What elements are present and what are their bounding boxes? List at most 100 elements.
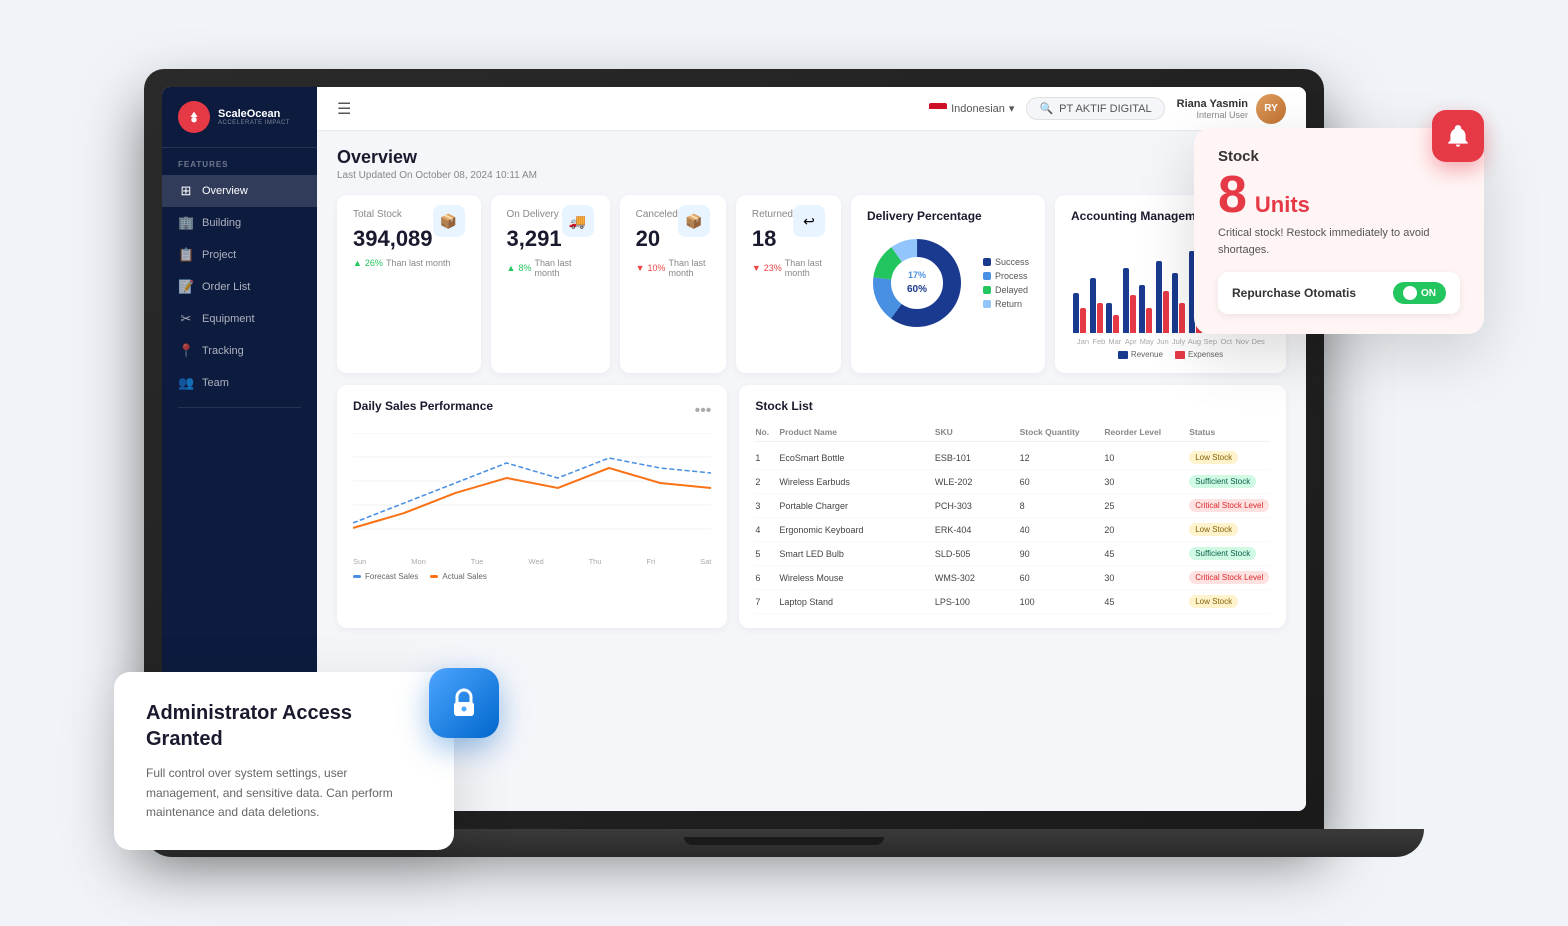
- stat-on-delivery: On Delivery 3,291 🚚 ▲8%Than last month: [491, 195, 610, 373]
- x-label-des: Des: [1250, 337, 1266, 346]
- x-label-may: May: [1139, 337, 1155, 346]
- td-no-6: 6: [755, 573, 775, 583]
- returned-value: 18: [752, 226, 793, 252]
- sidebar-item-team[interactable]: 👥 Team: [162, 367, 317, 399]
- x-label-apr: Apr: [1123, 337, 1139, 346]
- donut-legend: Success Process: [983, 257, 1029, 309]
- stat-returned: Returned 18 ↩ ▼23%Than last month: [736, 195, 841, 373]
- admin-card-desc: Full control over system settings, user …: [146, 764, 422, 822]
- td-qty-2: 60: [1020, 477, 1101, 487]
- td-reorder-3: 25: [1104, 501, 1185, 511]
- x-sat: Sat: [700, 557, 711, 566]
- x-wed: Wed: [528, 557, 543, 566]
- total-stock-icon: 📦: [433, 205, 465, 237]
- sidebar-item-tracking[interactable]: 📍 Tracking: [162, 335, 317, 367]
- th-sku: SKU: [935, 427, 1016, 437]
- delivery-title: Delivery Percentage: [867, 209, 1029, 223]
- legend-delayed: Delayed: [983, 285, 1029, 295]
- chart-x-labels: Jan Feb Mar Apr May Jun July Aug: [1071, 333, 1270, 346]
- canceled-change: ▼10%Than last month: [636, 258, 710, 278]
- legend-return: Return: [983, 299, 1029, 309]
- top-bar: ☰ Indonesian ▾: [317, 87, 1306, 131]
- td-qty-7: 100: [1020, 597, 1101, 607]
- more-options-icon[interactable]: •••: [695, 402, 712, 420]
- on-delivery-icon: 🚚: [562, 205, 594, 237]
- x-label-jul: July: [1171, 337, 1187, 346]
- sidebar-item-building[interactable]: 🏢 Building: [162, 207, 317, 239]
- stock-alert-title: Stock: [1218, 148, 1460, 165]
- hamburger-icon[interactable]: ☰: [337, 99, 351, 119]
- accounting-title: Accounting Management: [1071, 209, 1214, 223]
- bottom-grid: Daily Sales Performance •••: [337, 385, 1286, 628]
- td-reorder-2: 30: [1104, 477, 1185, 487]
- sidebar-logo: ScaleOcean ACCELERATE IMPACT: [162, 87, 317, 148]
- logo-icon: [178, 101, 210, 133]
- bar-jan-revenue: [1073, 293, 1079, 333]
- user-info: Riana Yasmin Internal User: [1177, 98, 1248, 120]
- line-chart-legend: Forecast Sales Actual Sales: [353, 572, 711, 581]
- daily-sales-card: Daily Sales Performance •••: [337, 385, 727, 628]
- search-bar[interactable]: 🔍 PT AKTIF DIGITAL: [1026, 97, 1164, 120]
- td-qty-1: 12: [1020, 453, 1101, 463]
- x-label-mar: Mar: [1107, 337, 1123, 346]
- th-status: Status: [1189, 427, 1270, 437]
- x-tue: Tue: [471, 557, 484, 566]
- sidebar-label-project: Project: [202, 249, 236, 261]
- td-status-6: Critical Stock Level: [1189, 571, 1270, 584]
- daily-sales-title: Daily Sales Performance: [353, 399, 493, 413]
- sidebar-label-tracking: Tracking: [202, 345, 244, 357]
- top-bar-left: ☰: [337, 99, 351, 119]
- td-qty-3: 8: [1020, 501, 1101, 511]
- td-sku-5: SLD-505: [935, 549, 1016, 559]
- logo-name: ScaleOcean: [218, 108, 290, 120]
- td-reorder-5: 45: [1104, 549, 1185, 559]
- x-label-jun: Jun: [1155, 337, 1171, 346]
- on-delivery-change: ▲8%Than last month: [507, 258, 594, 278]
- x-label-feb: Feb: [1091, 337, 1107, 346]
- th-qty: Stock Quantity: [1020, 427, 1101, 437]
- sidebar-item-order-list[interactable]: 📝 Order List: [162, 271, 317, 303]
- table-row: 5 Smart LED Bulb SLD-505 90 45 Sufficien…: [755, 542, 1270, 566]
- legend-dot-success: [983, 258, 991, 266]
- user-avatar[interactable]: RY: [1256, 94, 1286, 124]
- th-product: Product Name: [779, 427, 930, 437]
- legend-revenue: Revenue: [1118, 350, 1163, 359]
- sidebar-item-equipment[interactable]: ✂ Equipment: [162, 303, 317, 335]
- admin-access-card: Administrator Access Granted Full contro…: [114, 672, 454, 850]
- td-product-6: Wireless Mouse: [779, 573, 930, 583]
- td-sku-7: LPS-100: [935, 597, 1016, 607]
- legend-forecast: Forecast Sales: [353, 572, 418, 581]
- lang-selector[interactable]: Indonesian ▾: [929, 102, 1014, 115]
- td-product-3: Portable Charger: [779, 501, 930, 511]
- donut-wrapper: 17% 60% Success: [867, 233, 1029, 333]
- line-chart-area: [353, 433, 711, 553]
- sidebar-item-project[interactable]: 📋 Project: [162, 239, 317, 271]
- lock-icon[interactable]: [429, 668, 499, 738]
- bell-icon-wrapper[interactable]: [1432, 110, 1484, 162]
- x-label-nov: Nov: [1234, 337, 1250, 346]
- last-updated: Last Updated On October 08, 2024 10:11 A…: [337, 170, 1286, 181]
- canceled-icon: 📦: [678, 205, 710, 237]
- top-bar-right: Indonesian ▾ 🔍 PT AKTIF DIGITAL Riana: [929, 94, 1286, 124]
- returned-change: ▼23%Than last month: [752, 258, 825, 278]
- logo-tagline: ACCELERATE IMPACT: [218, 120, 290, 126]
- line-dot-actual: [430, 575, 438, 578]
- table-row: 3 Portable Charger PCH-303 8 25 Critical…: [755, 494, 1270, 518]
- svg-text:17%: 17%: [908, 270, 926, 280]
- td-status-7: Low Stock: [1189, 595, 1270, 608]
- td-no-3: 3: [755, 501, 775, 511]
- sidebar-item-overview[interactable]: ⊞ Overview: [162, 175, 317, 207]
- toggle-on-button[interactable]: ON: [1393, 282, 1446, 304]
- line-chart-x-labels: Sun Mon Tue Wed Thu Fri Sat: [353, 557, 711, 566]
- table-header: No. Product Name SKU Stock Quantity Reor…: [755, 423, 1270, 442]
- legend-rect-revenue: [1118, 351, 1128, 359]
- total-stock-value: 394,089: [353, 226, 433, 252]
- building-icon: 🏢: [178, 215, 194, 231]
- x-label-sep: Sep: [1202, 337, 1218, 346]
- legend-dot-process: [983, 272, 991, 280]
- donut-chart: 17% 60%: [867, 233, 967, 333]
- table-row: 1 EcoSmart Bottle ESB-101 12 10 Low Stoc…: [755, 446, 1270, 470]
- sidebar-label-building: Building: [202, 217, 241, 229]
- td-no-7: 7: [755, 597, 775, 607]
- repurchase-row: Repurchase Otomatis ON: [1218, 272, 1460, 314]
